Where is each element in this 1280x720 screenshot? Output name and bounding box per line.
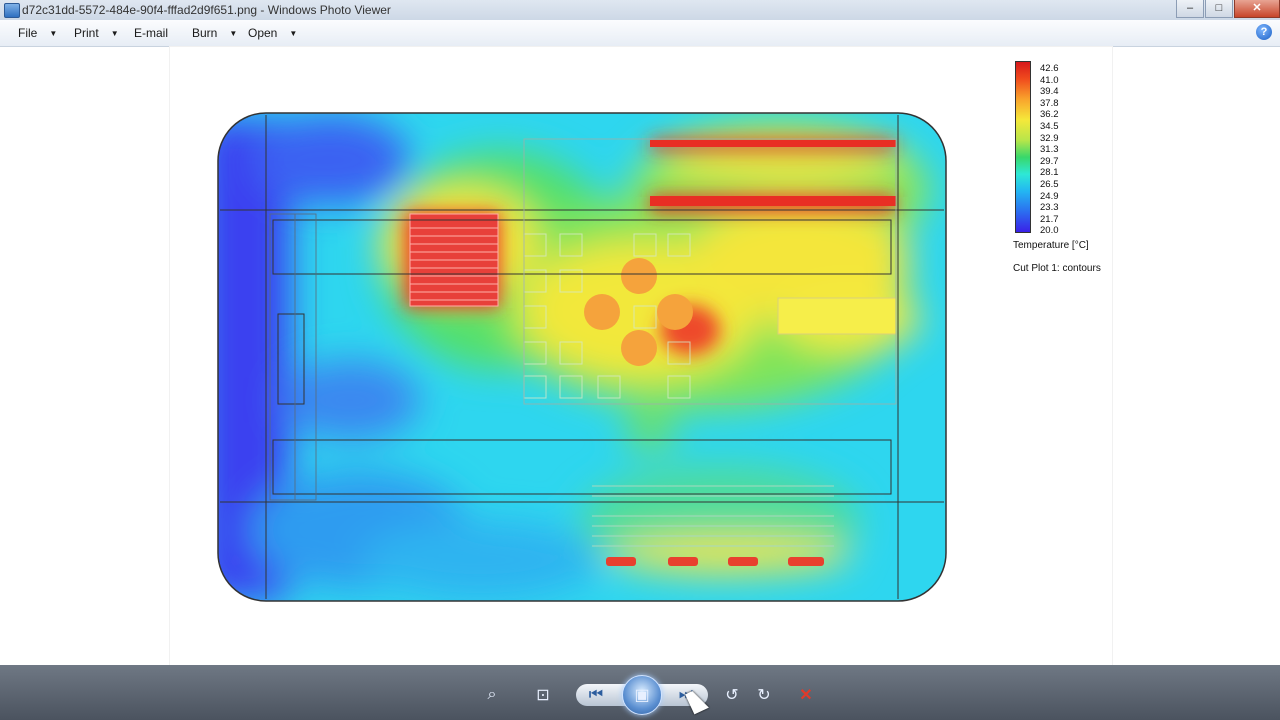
legend-tick: 37.8: [1040, 97, 1059, 109]
legend-tick: 31.3: [1040, 144, 1059, 156]
temperature-color-scale: [1015, 61, 1031, 233]
heat-source-fins: [409, 213, 499, 307]
rotate-left-icon[interactable]: ↺: [718, 682, 746, 708]
delete-icon[interactable]: ✕: [792, 682, 820, 708]
viewer-toolbar: ⌕ ⊡ ⏮ ▣ ⏭ ↺ ↻ ✕: [0, 665, 1280, 720]
legend-tick: 42.6: [1040, 63, 1059, 74]
legend-tick: 29.7: [1040, 155, 1059, 167]
legend-tick: 26.5: [1040, 178, 1059, 190]
legend-tick: 39.4: [1040, 86, 1059, 98]
legend-tick: 36.2: [1040, 109, 1059, 121]
legend-tick: 23.3: [1040, 202, 1059, 214]
legend-tick: 24.9: [1040, 190, 1059, 202]
actual-size-icon[interactable]: ⊡: [529, 682, 557, 708]
zoom-icon[interactable]: ⌕: [478, 682, 506, 708]
temperature-scale-ticks: 42.6 41.0 39.4 37.8 36.2 34.5 32.9 31.3 …: [1040, 63, 1080, 237]
rotate-right-icon[interactable]: ↻: [750, 682, 778, 708]
temperature-field: [218, 113, 946, 601]
legend-title: Temperature [°C]: [1013, 240, 1089, 251]
slideshow-icon[interactable]: ▣: [622, 675, 662, 715]
legend-tick: 28.1: [1040, 167, 1059, 179]
legend-tick: 41.0: [1040, 74, 1059, 86]
legend-subtitle: Cut Plot 1: contours: [1013, 263, 1101, 274]
thermal-contour-plot: [217, 112, 947, 602]
legend-tick: 21.7: [1040, 213, 1059, 225]
legend-tick: 34.5: [1040, 120, 1059, 132]
previous-icon[interactable]: ⏮: [582, 682, 610, 708]
legend-tick: 20.0: [1040, 225, 1059, 237]
legend-tick: 32.9: [1040, 132, 1059, 144]
